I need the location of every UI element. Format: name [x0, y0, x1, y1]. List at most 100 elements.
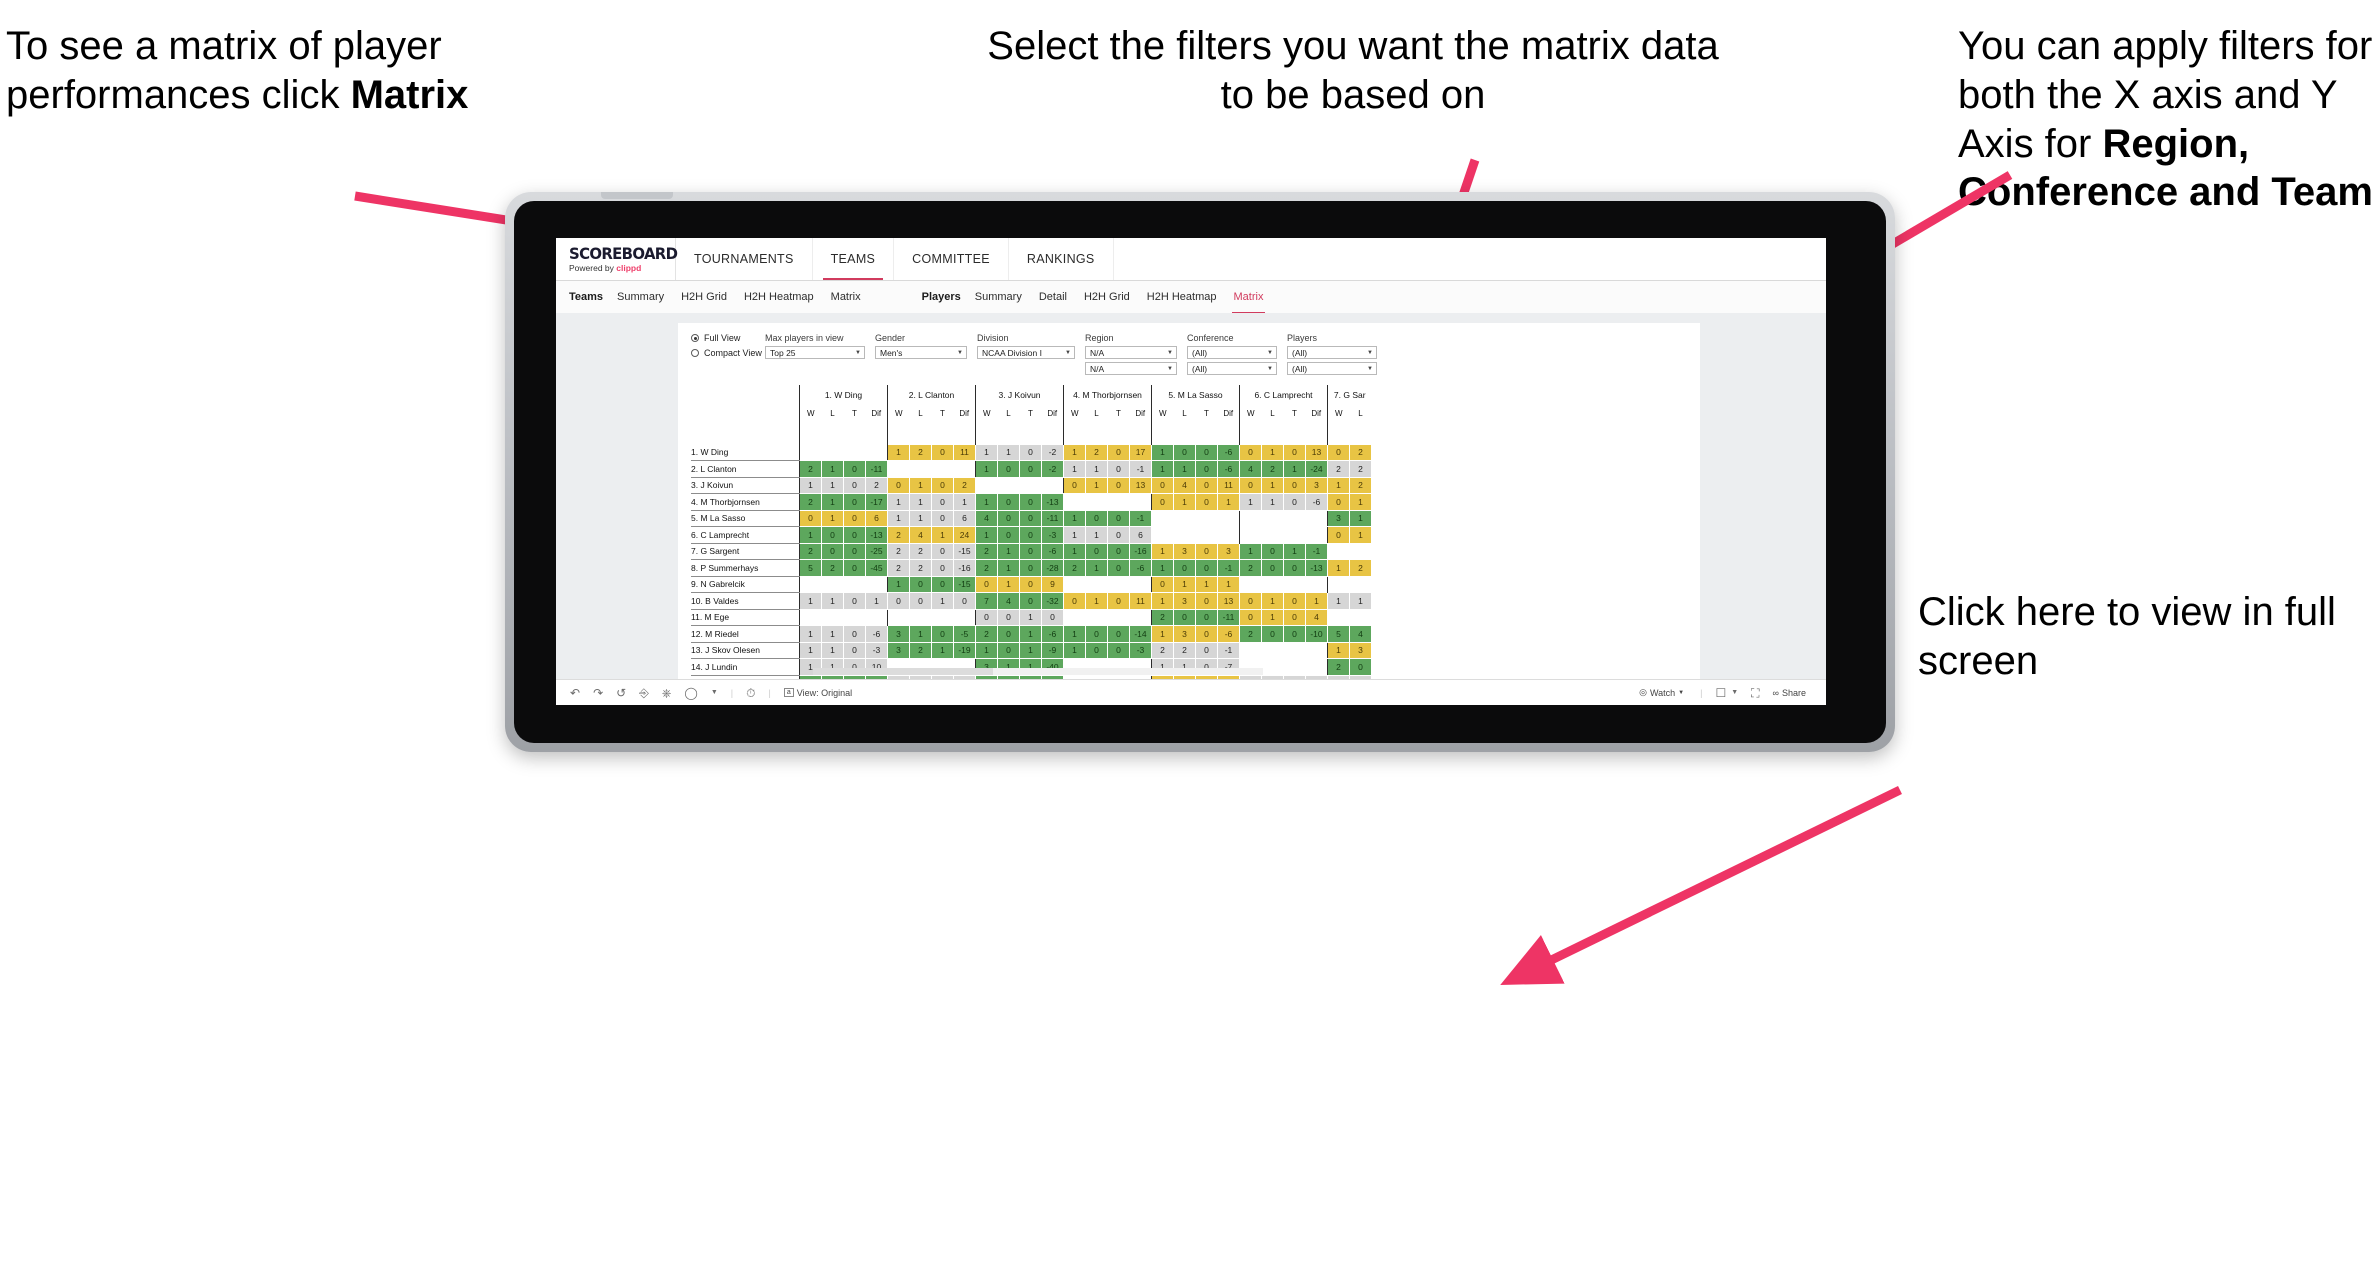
matrix-cell[interactable]: 3	[887, 625, 910, 643]
table-row[interactable]: 7. G Sargent 2 0 0 -25 2 2 0 -15 2 1 0 -6 1 0 0 -16 1 3 0 3 1…	[691, 542, 1372, 560]
matrix-cell[interactable]: 3	[1173, 592, 1196, 610]
matrix-cell[interactable]: 6	[953, 509, 976, 527]
matrix-cell[interactable]: -15	[953, 575, 976, 593]
matrix-cell[interactable]: 0	[953, 592, 976, 610]
matrix-cell-empty[interactable]	[1261, 576, 1284, 593]
filter-select-players[interactable]: (All) ▼	[1287, 346, 1377, 359]
matrix-cell[interactable]: 0	[1107, 542, 1130, 560]
matrix-cell[interactable]: 1	[1151, 443, 1174, 461]
highlight-icon[interactable]: ◯	[684, 687, 697, 699]
matrix-cell[interactable]: 1	[909, 493, 932, 511]
matrix-cell-empty[interactable]	[799, 609, 822, 626]
matrix-cell[interactable]: 2	[887, 559, 910, 577]
matrix-cell[interactable]: 1	[931, 641, 954, 659]
subnav-item-matrix[interactable]: Matrix	[1234, 291, 1264, 305]
top-nav-item-teams[interactable]: TEAMS	[813, 238, 895, 280]
matrix-cell[interactable]: 0	[843, 542, 866, 560]
matrix-cell[interactable]: 0	[997, 460, 1020, 478]
matrix-cell[interactable]: 1	[1019, 641, 1042, 659]
matrix-cell[interactable]: 1	[975, 493, 998, 511]
matrix-cell-empty[interactable]	[1327, 543, 1350, 560]
matrix-cell[interactable]: 1	[997, 575, 1020, 593]
matrix-cell[interactable]: 2	[975, 625, 998, 643]
matrix-cell[interactable]: 0	[1327, 493, 1350, 511]
matrix-cell[interactable]: -11	[1041, 509, 1064, 527]
matrix-cell[interactable]: 2	[799, 493, 822, 511]
matrix-cell[interactable]: 0	[1151, 575, 1174, 593]
matrix-cell[interactable]: 2	[1173, 641, 1196, 659]
matrix-cell[interactable]: 2	[1239, 625, 1262, 643]
matrix-cell[interactable]: 1	[1019, 608, 1042, 626]
brand-logo[interactable]: SCOREBOARD Powered by clippd	[556, 238, 678, 280]
matrix-cell[interactable]: 0	[1019, 592, 1042, 610]
matrix-cell[interactable]: -32	[1041, 592, 1064, 610]
matrix-cell-empty[interactable]	[1305, 576, 1328, 593]
subnav-item-summary[interactable]: Summary	[617, 291, 664, 305]
table-row[interactable]: 5. M La Sasso 0 1 0 6 1 1 0 6 4 0 0 -11 1 0 0 -1 3 1	[691, 509, 1372, 527]
radio-icon[interactable]	[691, 349, 699, 357]
matrix-cell[interactable]: 0	[1195, 493, 1218, 511]
matrix-cell[interactable]: 0	[843, 625, 866, 643]
matrix-cell[interactable]: 2	[821, 559, 844, 577]
matrix-cell[interactable]: -6	[1305, 493, 1328, 511]
matrix-cell[interactable]: 1	[821, 476, 844, 494]
matrix-cell-empty[interactable]	[1063, 609, 1086, 626]
matrix-cell[interactable]: 1	[997, 542, 1020, 560]
matrix-cell-empty[interactable]	[1107, 493, 1130, 510]
matrix-cell-empty[interactable]	[865, 609, 888, 626]
chevron-down-icon[interactable]: ▼	[1367, 366, 1373, 372]
matrix-cell[interactable]: 0	[843, 493, 866, 511]
matrix-cell-empty[interactable]	[1173, 526, 1196, 543]
view-option-compact-view[interactable]: Compact View	[691, 348, 765, 358]
matrix-cell[interactable]: 1	[1327, 592, 1350, 610]
matrix-cell[interactable]: -17	[865, 493, 888, 511]
matrix-cell[interactable]: 0	[931, 509, 954, 527]
matrix-cell[interactable]: 1	[975, 526, 998, 544]
matrix-cell-empty[interactable]	[1239, 642, 1262, 659]
matrix-cell[interactable]: 0	[1261, 559, 1284, 577]
matrix-cell[interactable]: 0	[1283, 592, 1306, 610]
matrix-cell[interactable]: 11	[1217, 476, 1240, 494]
matrix-cell[interactable]: 0	[887, 476, 910, 494]
matrix-cell[interactable]: 0	[821, 526, 844, 544]
matrix-cell[interactable]: 0	[997, 641, 1020, 659]
matrix-cell[interactable]: 0	[931, 625, 954, 643]
radio-icon[interactable]	[691, 334, 699, 342]
matrix-cell-empty[interactable]	[799, 576, 822, 593]
matrix-cell[interactable]: 2	[1151, 608, 1174, 626]
matrix-cell[interactable]: -6	[1217, 625, 1240, 643]
matrix-cell[interactable]: -6	[865, 625, 888, 643]
matrix-cell[interactable]: 2	[1349, 460, 1372, 478]
matrix-cell[interactable]: 1	[821, 460, 844, 478]
filter-select-players-secondary[interactable]: (All) ▼	[1287, 362, 1377, 375]
matrix-cell[interactable]: 2	[887, 526, 910, 544]
matrix-cell[interactable]: 2	[865, 476, 888, 494]
matrix-cell[interactable]: 1	[1085, 476, 1108, 494]
matrix-cell[interactable]: 0	[1239, 476, 1262, 494]
matrix-cell[interactable]: 0	[1283, 608, 1306, 626]
matrix-cell-empty[interactable]	[821, 576, 844, 593]
matrix-cell-empty[interactable]	[1239, 526, 1262, 543]
matrix-cell[interactable]: 2	[1327, 658, 1350, 676]
matrix-cell[interactable]: 0	[997, 526, 1020, 544]
matrix-cell-empty[interactable]	[909, 609, 932, 626]
matrix-cell-empty[interactable]	[931, 609, 954, 626]
matrix-cell-empty[interactable]	[1283, 642, 1306, 659]
matrix-cell-empty[interactable]	[1107, 576, 1130, 593]
matrix-cell[interactable]: 17	[1129, 443, 1152, 461]
matrix-cell[interactable]: 4	[1305, 608, 1328, 626]
matrix-cell[interactable]: 1	[1327, 641, 1350, 659]
matrix-cell[interactable]: 0	[1107, 592, 1130, 610]
matrix-cell[interactable]: -6	[1217, 460, 1240, 478]
matrix-cell[interactable]: 0	[843, 592, 866, 610]
matrix-cell[interactable]: 2	[799, 542, 822, 560]
matrix-cell[interactable]: 1	[1239, 493, 1262, 511]
matrix-cell[interactable]: 2	[799, 460, 822, 478]
matrix-cell-empty[interactable]	[865, 444, 888, 461]
matrix-cell[interactable]: 0	[1173, 608, 1196, 626]
matrix-cell[interactable]: 2	[1261, 460, 1284, 478]
matrix-cell-empty[interactable]	[1261, 642, 1284, 659]
matrix-cell[interactable]: 0	[1107, 460, 1130, 478]
matrix-cell[interactable]: 0	[1085, 641, 1108, 659]
matrix-cell[interactable]: 1	[1327, 559, 1350, 577]
